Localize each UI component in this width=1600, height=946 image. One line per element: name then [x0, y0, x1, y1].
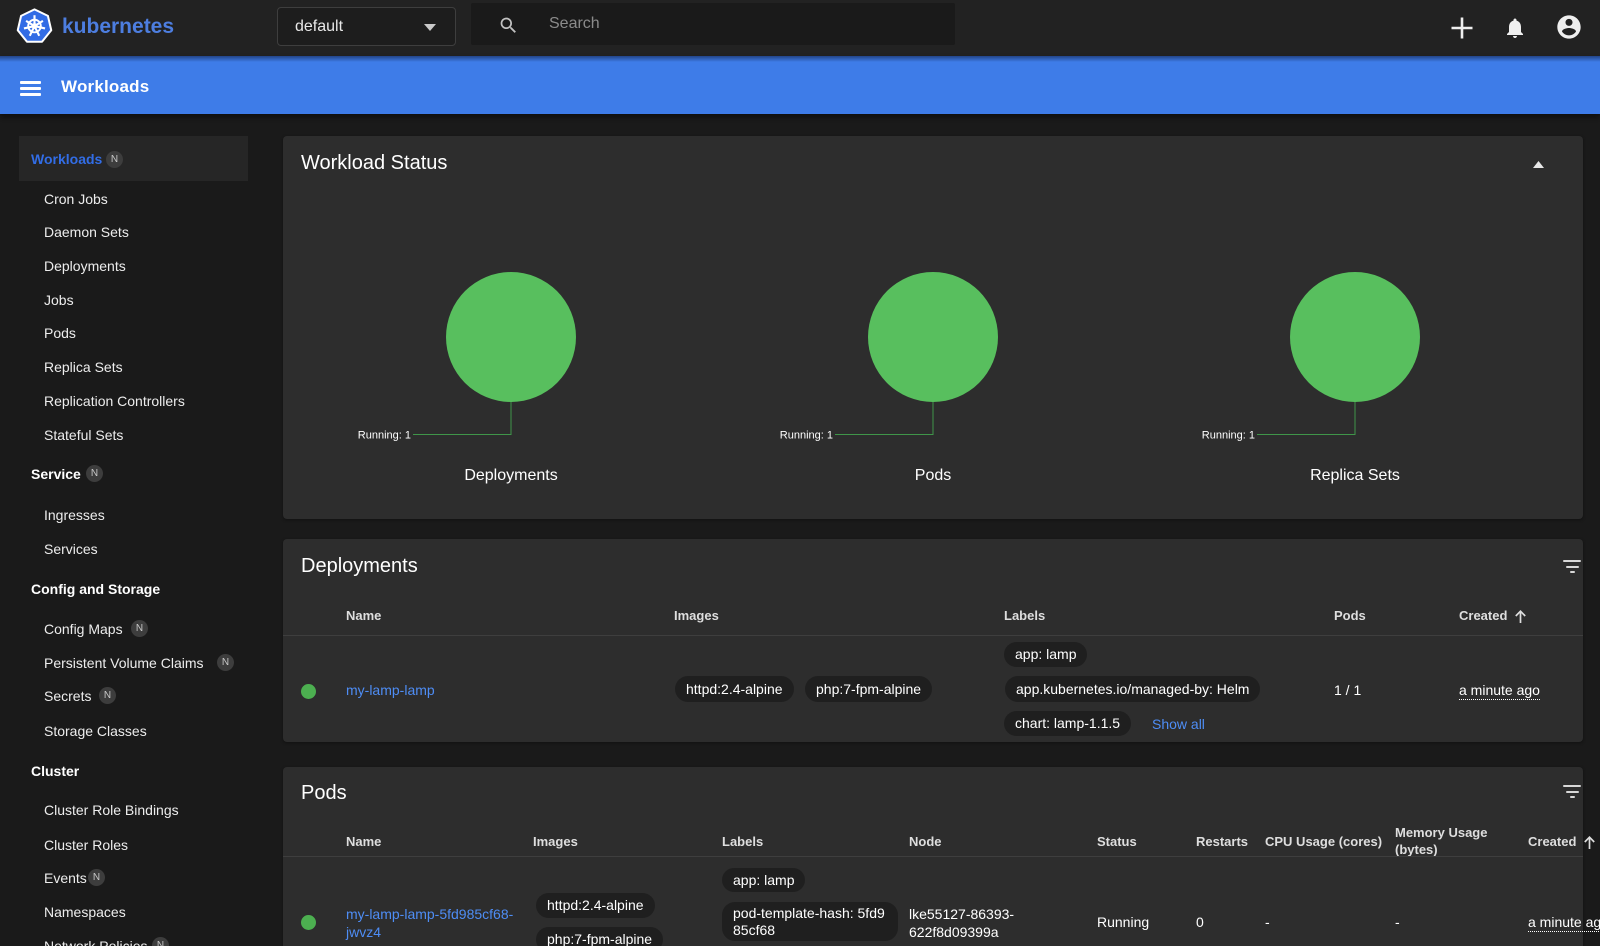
svg-text:Running: 1: Running: 1 [358, 430, 411, 442]
svg-text:Running: 1: Running: 1 [1202, 430, 1255, 442]
svg-text:Running: 1: Running: 1 [780, 430, 833, 442]
svg-text:Replica Sets: Replica Sets [1310, 467, 1400, 484]
svg-text:Pods: Pods [915, 467, 951, 484]
svg-text:Deployments: Deployments [464, 467, 557, 484]
